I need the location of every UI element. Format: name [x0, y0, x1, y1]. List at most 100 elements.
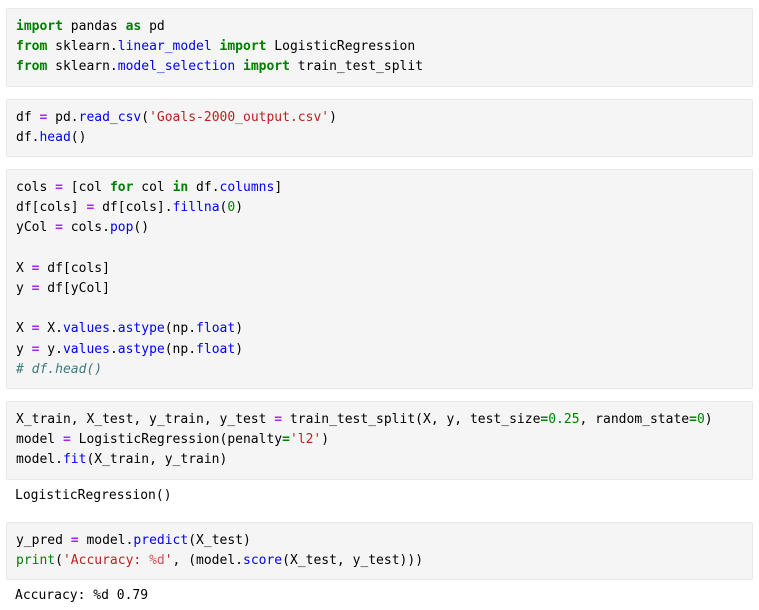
code-token: =: [282, 432, 290, 448]
code-token: df[cols]: [39, 260, 110, 276]
notebook-cell: y_pred = model.predict(X_test) print('Ac…: [6, 521, 753, 610]
code-token: fit: [62, 452, 87, 468]
code-token: predict: [133, 532, 189, 548]
code-token: linear_model: [117, 39, 212, 55]
code-token: .: [109, 321, 118, 337]
code-token: columns: [219, 180, 275, 196]
code-token: ): [235, 321, 244, 337]
code-token: 0: [227, 200, 236, 216]
code-token: import: [219, 39, 267, 55]
code-token: 0: [696, 412, 705, 428]
code-token: astype: [117, 321, 165, 337]
code-token: 'Goals-2000_output.csv': [149, 109, 330, 125]
code-token: (np.: [164, 321, 197, 337]
code-line: X_train, X_test, y_train, y_test = train…: [16, 410, 742, 430]
notebook-cell: cols = [col for col in df.columns] df[co…: [6, 169, 753, 390]
code-line: model.fit(X_train, y_train): [16, 450, 742, 470]
code-token: .: [109, 341, 118, 357]
code-token: train_test_split(X, y, test_size: [282, 412, 541, 428]
code-token: df[yCol]: [39, 281, 110, 297]
code-input-area-load-data[interactable]: df = pd.read_csv('Goals-2000_output.csv'…: [6, 98, 753, 158]
notebook-cell: X_train, X_test, y_train, y_test = train…: [6, 401, 753, 510]
code-token: df.: [188, 180, 220, 196]
code-token: (): [70, 129, 87, 145]
code-input-area-predict-score[interactable]: y_pred = model.predict(X_test) print('Ac…: [6, 521, 753, 581]
code-input-area-imports[interactable]: import pandas as pd from sklearn.linear_…: [6, 8, 753, 87]
code-token: 'Accuracy:: [62, 553, 150, 569]
code-token: float: [196, 341, 236, 357]
code-line: y = df[yCol]: [16, 279, 742, 299]
code-token: as: [125, 19, 142, 34]
code-token: X.: [39, 321, 63, 337]
code-token: ): [329, 109, 337, 125]
code-line: print('Accuracy: %d', (model.score(X_tes…: [16, 551, 742, 571]
code-line: X = X.values.astype(np.float): [16, 319, 742, 339]
notebook-container: import pandas as pd from sklearn.linear_…: [0, 0, 759, 610]
code-token: model.: [16, 452, 63, 468]
code-token: pop: [109, 220, 134, 236]
code-token: from: [16, 39, 48, 55]
code-token: y_pred: [16, 532, 71, 548]
code-token: import: [243, 59, 290, 75]
code-token: =: [55, 180, 63, 196]
notebook-cell: df = pd.read_csv('Goals-2000_output.csv'…: [6, 98, 753, 158]
code-token: X: [16, 321, 32, 337]
code-token: df[cols].: [94, 200, 173, 216]
notebook-cell: import pandas as pd from sklearn.linear_…: [6, 8, 753, 87]
code-token: LogisticRegression(penalty: [70, 432, 283, 448]
code-token: 0.25: [548, 412, 580, 428]
code-token: model_selection: [117, 59, 236, 75]
code-line: import pandas as pd: [16, 17, 742, 37]
code-token: astype: [117, 341, 165, 357]
code-line: cols = [col for col in df.columns]: [16, 178, 742, 198]
code-token: , random_state: [579, 412, 690, 428]
code-token: LogisticRegression: [266, 39, 416, 55]
code-token: (: [141, 109, 150, 125]
code-token: , (model.: [172, 553, 243, 569]
code-token: X: [16, 260, 32, 276]
code-token: pandas: [62, 19, 126, 34]
code-line: df.head(): [16, 128, 742, 148]
code-line: model = LogisticRegression(penalty='l2'): [16, 430, 742, 450]
code-token: =: [689, 412, 697, 428]
code-token: ): [235, 200, 244, 216]
code-token: model: [16, 432, 63, 448]
code-token: =: [274, 412, 283, 428]
code-token: pd.: [47, 109, 79, 125]
code-token: fillna: [172, 200, 220, 216]
code-token: 'l2': [289, 432, 322, 448]
code-token: score: [243, 553, 283, 569]
code-token: ': [164, 553, 173, 569]
code-line: df[cols] = df[cols].fillna(0): [16, 198, 742, 218]
code-line: yCol = cols.pop(): [16, 218, 742, 238]
code-token: =: [55, 220, 63, 236]
code-line: y = y.values.astype(np.float): [16, 340, 742, 360]
code-token: [col: [62, 180, 110, 196]
code-token: ): [321, 432, 330, 448]
code-token: cols: [16, 180, 56, 196]
code-token: df.: [16, 129, 40, 145]
code-token: sklearn.: [47, 39, 118, 55]
code-input-area-train-model[interactable]: X_train, X_test, y_train, y_test = train…: [6, 401, 753, 480]
code-token: float: [196, 321, 236, 337]
cell-output-model: LogisticRegression(): [6, 479, 753, 510]
code-token: head: [39, 129, 71, 145]
code-token: y: [16, 281, 32, 297]
code-token: # df.head(): [16, 361, 103, 377]
code-token: (: [55, 553, 63, 569]
code-token: ]: [274, 180, 283, 196]
code-token: X_train, X_test, y_train, y_test: [16, 412, 275, 428]
code-token: import: [16, 19, 63, 34]
code-token: (X_train, y_train): [86, 452, 228, 468]
code-token: train_test_split: [289, 59, 424, 75]
code-token: for: [109, 180, 134, 196]
code-token: df[cols]: [16, 200, 87, 216]
code-line: from sklearn.model_selection import trai…: [16, 57, 742, 77]
code-token: cols.: [62, 220, 110, 236]
code-token: print: [16, 553, 56, 569]
code-line: X = df[cols]: [16, 259, 742, 279]
code-input-area-prepare-features[interactable]: cols = [col for col in df.columns] df[co…: [6, 169, 753, 390]
code-token: df: [16, 109, 40, 125]
